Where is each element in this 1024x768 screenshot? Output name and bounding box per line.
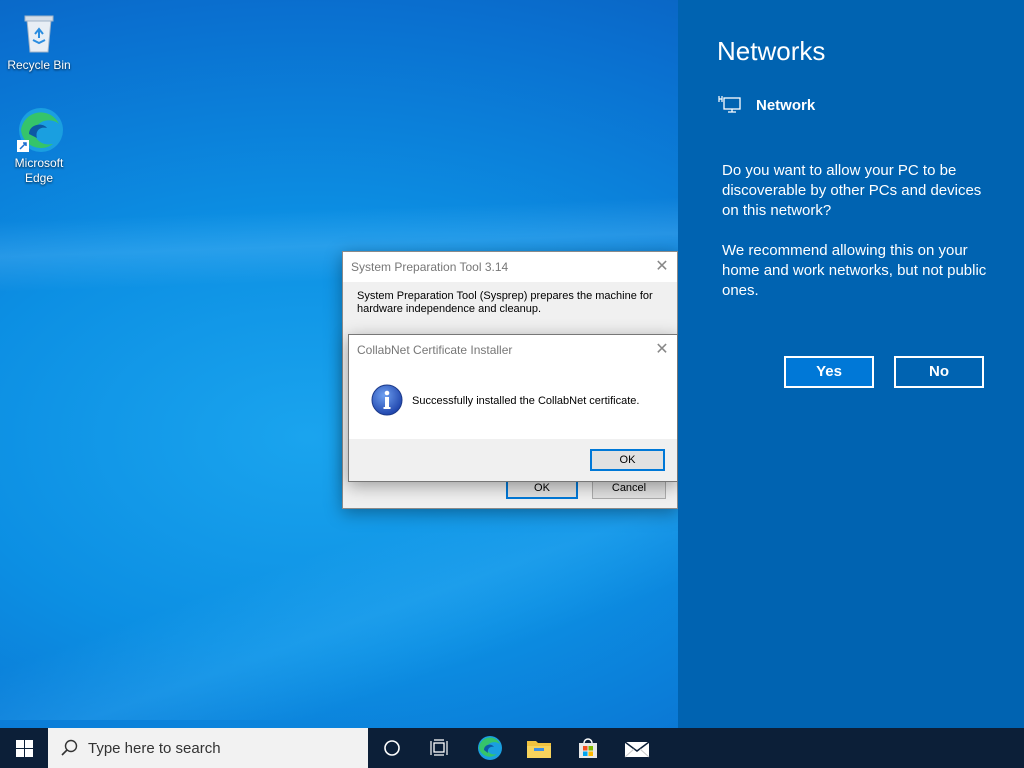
sysprep-description: System Preparation Tool (Sysprep) prepar… bbox=[357, 290, 653, 315]
dialog-title: CollabNet Certificate Installer bbox=[357, 343, 513, 357]
certificate-dialog-titlebar: CollabNet Certificate Installer ✕ bbox=[349, 335, 677, 365]
message-area: Successfully installed the CollabNet cer… bbox=[349, 365, 677, 439]
close-icon[interactable]: ✕ bbox=[653, 258, 671, 276]
taskbar: Type here to search bbox=[0, 728, 1024, 768]
certificate-ok-button[interactable]: OK bbox=[590, 449, 665, 471]
info-icon bbox=[371, 384, 403, 416]
recycle-bin-icon bbox=[15, 8, 63, 56]
sysprep-dialog-titlebar: System Preparation Tool 3.14 ✕ bbox=[343, 252, 677, 282]
search-placeholder: Type here to search bbox=[88, 739, 221, 757]
desktop-icon-label: Microsoft Edge bbox=[14, 156, 64, 185]
search-icon bbox=[60, 739, 78, 757]
certificate-message: Successfully installed the CollabNet cer… bbox=[412, 395, 640, 407]
mail-icon[interactable] bbox=[613, 728, 661, 768]
dialog-title: System Preparation Tool 3.14 bbox=[351, 260, 509, 274]
network-item: Network bbox=[718, 95, 815, 115]
recommendation-text: We recommend allowing this on your home … bbox=[722, 242, 987, 299]
yes-button[interactable]: Yes bbox=[784, 356, 874, 388]
edge-icon[interactable] bbox=[466, 728, 514, 768]
discoverable-question: Do you want to allow your PC to be disco… bbox=[722, 162, 982, 219]
no-button[interactable]: No bbox=[894, 356, 984, 388]
task-view-icon[interactable] bbox=[416, 728, 464, 768]
network-name: Network bbox=[756, 96, 816, 114]
close-icon[interactable]: ✕ bbox=[653, 341, 671, 359]
windows-start-icon[interactable] bbox=[0, 728, 48, 768]
desktop-icon-recycle-bin[interactable]: Recycle Bin bbox=[1, 8, 77, 73]
certificate-dialog: CollabNet Certificate Installer ✕ Succes… bbox=[348, 334, 678, 482]
file-explorer-icon[interactable] bbox=[515, 728, 563, 768]
panel-heading: Networks bbox=[717, 36, 826, 66]
store-icon[interactable] bbox=[564, 728, 612, 768]
networks-panel: Networks Network Do you want to allow yo… bbox=[678, 0, 1024, 768]
desktop-icon-label: Recycle Bin bbox=[7, 58, 71, 72]
ethernet-network-icon bbox=[718, 95, 742, 115]
desktop-icon-microsoft-edge[interactable]: Microsoft Edge bbox=[1, 106, 77, 186]
edge-icon bbox=[15, 106, 63, 154]
cortana-icon[interactable] bbox=[368, 728, 416, 768]
taskbar-search-box[interactable]: Type here to search bbox=[48, 728, 368, 768]
